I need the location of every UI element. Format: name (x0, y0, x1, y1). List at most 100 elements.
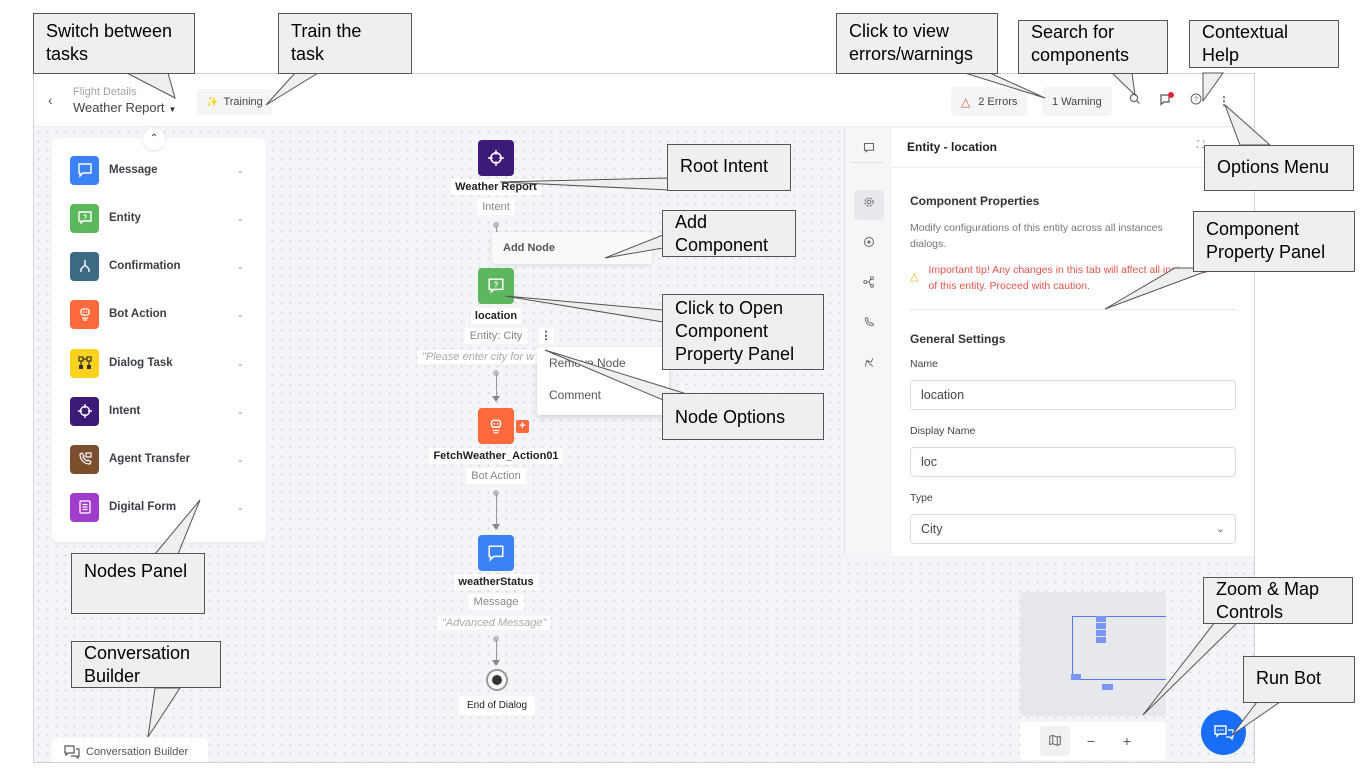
remove-node-option[interactable]: Remove Node (537, 347, 669, 379)
zoom-out-icon[interactable]: − (1076, 726, 1106, 756)
callout-nodes-panel: Nodes Panel (71, 553, 205, 614)
map-toggle-icon[interactable] (1040, 726, 1070, 756)
name-label: Name (910, 358, 939, 370)
header-divider (892, 167, 1254, 168)
node-options-icon[interactable]: ⋮ (539, 328, 553, 344)
add-transition-icon[interactable]: + (516, 420, 529, 433)
name-input[interactable]: location (910, 380, 1236, 410)
conversation-builder-label: Conversation Builder (86, 746, 189, 758)
errors-label: 2 Errors (978, 95, 1018, 108)
top-bar: ‹ Flight Details Weather Report ▼ ✨ Train… (34, 74, 1254, 127)
chevron-down-icon[interactable]: ⌄ (236, 358, 244, 369)
expand-icon[interactable]: ⛶ (1197, 140, 1204, 151)
callout-switch-tasks: Switch between tasks (33, 13, 195, 74)
entity-node-prompt: "Please enter city for w (418, 350, 539, 364)
property-panel-rail (844, 128, 892, 556)
zoom-in-icon[interactable]: + (1112, 726, 1142, 756)
display-name-input[interactable]: loc (910, 447, 1236, 477)
node-type-label: Dialog Task (109, 357, 173, 369)
message-icon (70, 155, 99, 185)
connector-arrow (492, 524, 500, 530)
node-type-label: Intent (109, 405, 141, 417)
help-icon[interactable]: ? (1188, 93, 1204, 109)
callout-zoom-map-controls: Zoom & Map Controls (1203, 577, 1353, 624)
notifications-icon[interactable] (1157, 92, 1174, 109)
root-intent-type: Intent (477, 199, 515, 215)
bot-action-node[interactable] (478, 408, 514, 444)
svg-text:?: ? (82, 215, 86, 222)
chevron-down-icon[interactable]: ⌄ (236, 454, 244, 465)
entity-node-type: Entity: City (464, 328, 528, 344)
node-type-entity[interactable]: ? Entity ⌄ (70, 203, 248, 233)
training-button[interactable]: ✨ Training (197, 89, 272, 115)
comment-option[interactable]: Comment (537, 379, 669, 411)
minimap-viewport[interactable] (1072, 616, 1166, 680)
caret-down-icon: ▼ (168, 105, 177, 114)
run-bot-button[interactable] (1201, 710, 1246, 755)
chevron-down-icon[interactable]: ⌄ (236, 261, 244, 272)
message-node-prompt: "Advanced Message" (438, 616, 551, 630)
callout-errors-warnings: Click to view errors/warnings (836, 13, 998, 74)
chevron-down-icon: ⌄ (1215, 523, 1225, 535)
message-node-type: Message (468, 594, 524, 610)
callout-open-property-panel: Click to Open Component Property Panel (662, 294, 824, 370)
component-property-panel: Entity - location ⛶ Component Properties… (892, 128, 1254, 556)
voice-call-icon[interactable] (854, 310, 884, 340)
root-intent-node[interactable] (478, 140, 514, 176)
connector-line (496, 640, 497, 660)
node-type-intent[interactable]: Intent ⌄ (70, 396, 248, 426)
root-intent-title: Weather Report (451, 179, 541, 195)
errors-button[interactable]: △ 2 Errors (951, 87, 1028, 116)
section-divider (910, 309, 1236, 310)
message-node[interactable] (478, 535, 514, 571)
warnings-button[interactable]: 1 Warning (1042, 87, 1112, 116)
type-label: Type (910, 492, 933, 504)
conversation-builder-button[interactable]: Conversation Builder (52, 738, 208, 762)
svg-text:?: ? (494, 281, 499, 290)
node-type-message[interactable]: Message ⌄ (70, 155, 248, 185)
more-options-icon[interactable]: ⋮ (1216, 93, 1232, 109)
entity-node[interactable]: ? (478, 268, 514, 304)
property-panel-title: Entity - location (907, 140, 997, 154)
instance-target-icon[interactable] (854, 230, 884, 260)
type-select-value: City (921, 522, 943, 536)
agent-transfer-icon (70, 444, 99, 474)
task-switcher[interactable]: Weather Report ▼ (73, 100, 176, 115)
magic-wand-icon: ✨ (206, 96, 219, 108)
callout-node-options: Node Options (662, 393, 824, 440)
node-type-bot-action[interactable]: Bot Action ⌄ (70, 299, 248, 329)
type-select[interactable]: City ⌄ (910, 514, 1236, 544)
connections-icon[interactable] (854, 270, 884, 300)
node-type-confirmation[interactable]: Confirmation ⌄ (70, 251, 248, 281)
bot-action-node-type: Bot Action (466, 468, 526, 484)
search-icon[interactable] (1127, 93, 1143, 109)
chevron-down-icon[interactable]: ⌄ (236, 502, 244, 513)
node-type-agent-transfer[interactable]: Agent Transfer ⌄ (70, 444, 248, 474)
ivr-icon[interactable] (854, 350, 884, 380)
important-tip: △ Important tip! Any changes in this tab… (910, 262, 1210, 294)
node-type-label: Message (109, 164, 158, 176)
settings-gear-icon[interactable] (854, 190, 884, 220)
end-node-icon[interactable] (486, 669, 508, 691)
svg-text:?: ? (1194, 97, 1198, 104)
annotated-screenshot: ‹ Flight Details Weather Report ▼ ✨ Train… (0, 0, 1366, 768)
node-type-digital-form[interactable]: Digital Form ⌄ (70, 492, 248, 522)
minimap-node (1071, 674, 1081, 680)
back-arrow-icon[interactable]: ‹ (48, 92, 53, 108)
collapse-panel-button[interactable]: ⌃ (143, 128, 165, 150)
node-type-label: Agent Transfer (109, 453, 191, 465)
node-options-menu: Remove Node Comment (537, 347, 669, 415)
callout-root-intent: Root Intent (667, 144, 791, 191)
chevron-down-icon[interactable]: ⌄ (236, 213, 244, 224)
add-node-menu[interactable]: Add Node (492, 232, 652, 264)
minimap-node (1102, 684, 1113, 690)
node-type-dialog-task[interactable]: Dialog Task ⌄ (70, 348, 248, 378)
chevron-down-icon[interactable]: ⌄ (236, 309, 244, 320)
digital-form-icon (70, 492, 99, 522)
minimap[interactable] (1020, 592, 1166, 716)
component-properties-heading: Component Properties (910, 194, 1040, 208)
chevron-down-icon[interactable]: ⌄ (236, 406, 244, 417)
chevron-down-icon[interactable]: ⌄ (236, 165, 244, 176)
node-type-label: Entity (109, 212, 141, 224)
entity-icon: ? (70, 203, 99, 233)
